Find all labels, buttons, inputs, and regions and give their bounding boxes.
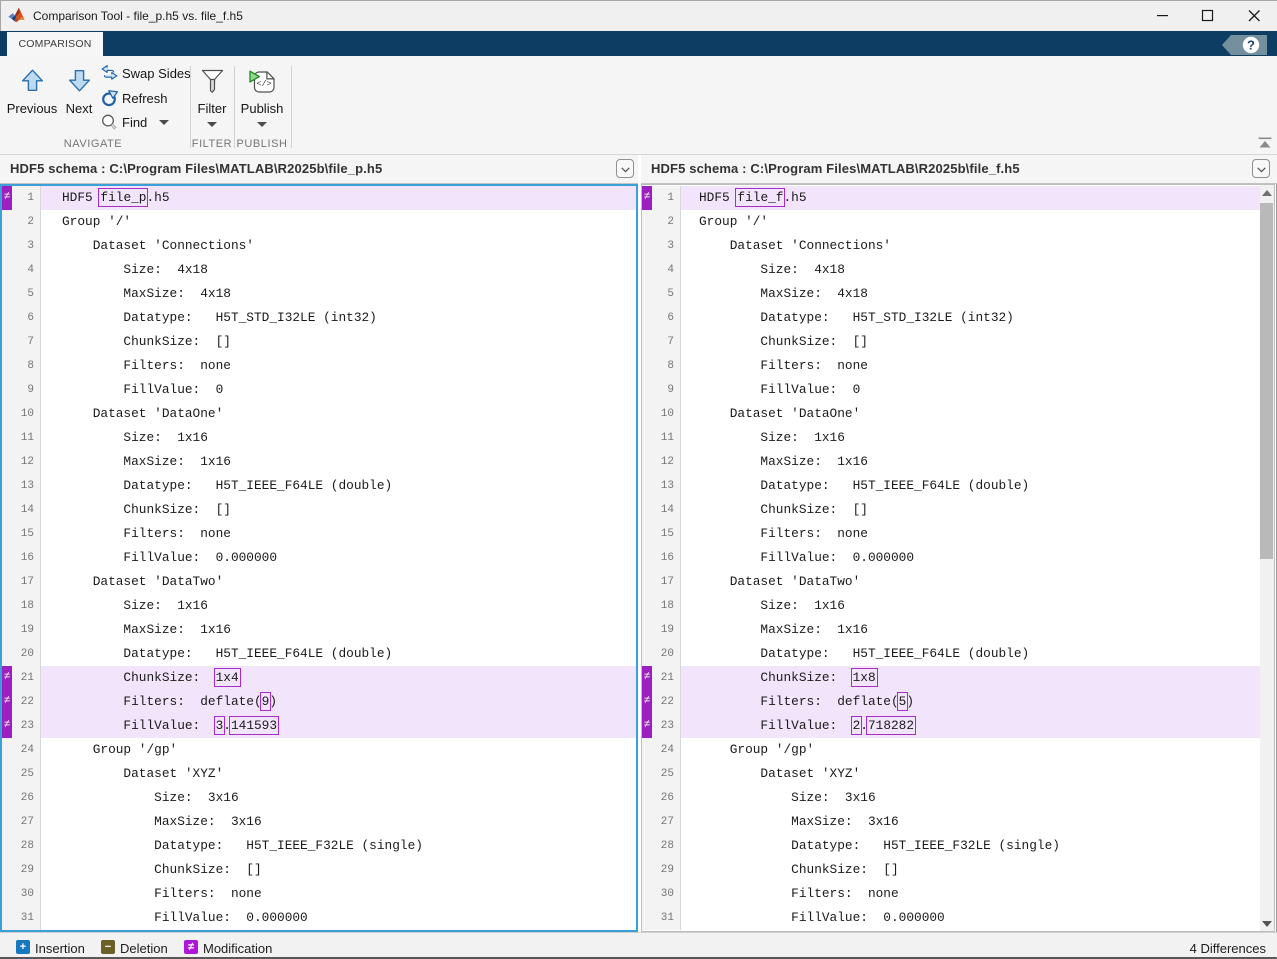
svg-text:</>: </> — [256, 79, 271, 89]
svg-text:?: ? — [1247, 38, 1255, 53]
